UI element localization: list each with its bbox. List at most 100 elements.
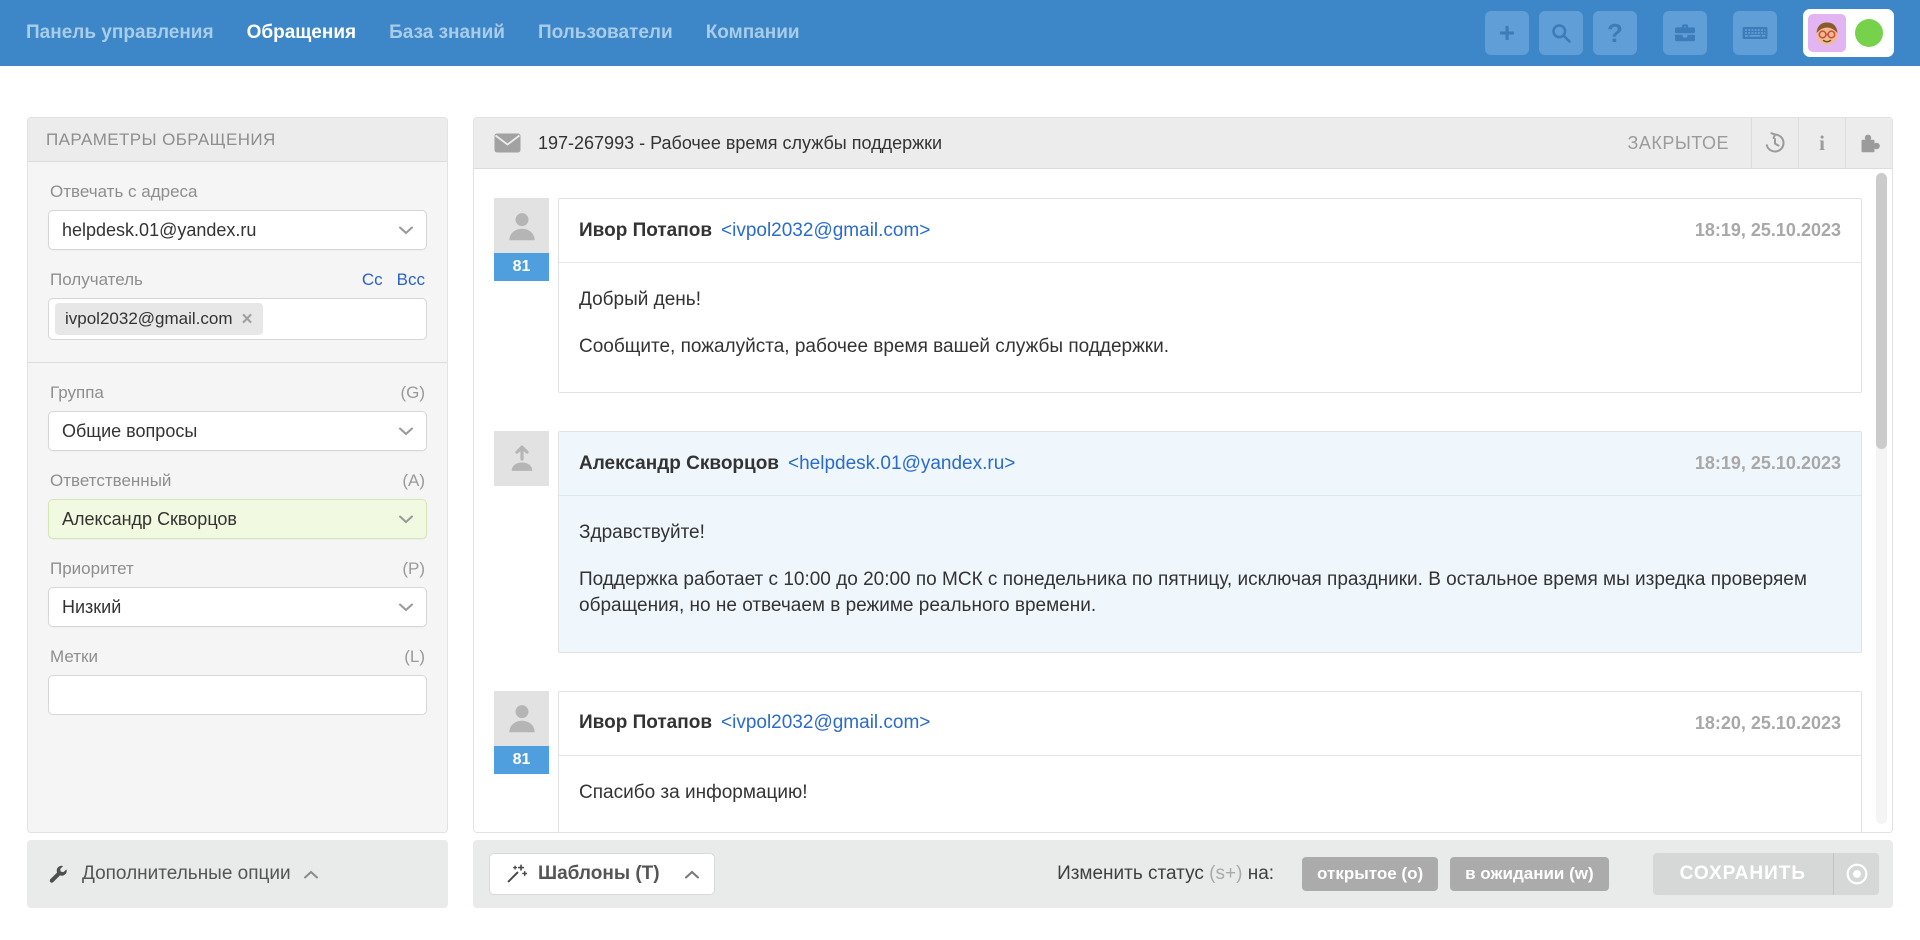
magic-wand-icon — [505, 863, 527, 885]
reply-from-value: helpdesk.01@yandex.ru — [62, 220, 256, 241]
workspace-button[interactable] — [1663, 11, 1707, 55]
keyboard-icon — [1741, 19, 1769, 47]
person-icon — [503, 207, 541, 245]
message-body: Здравствуйте! Поддержка работает с 10:00… — [559, 496, 1861, 652]
status-open-button[interactable]: открытое (o) — [1302, 857, 1438, 891]
agent-reply-icon — [503, 440, 541, 478]
labels-hotkey-hint: (L) — [404, 647, 425, 667]
message-timestamp: 18:19, 25.10.2023 — [1695, 220, 1841, 241]
plus-icon: + — [1499, 17, 1515, 49]
message-author: Ивор Потапов — [579, 220, 712, 242]
divider — [28, 362, 447, 363]
sidebar-title: ПАРАМЕТРЫ ОБРАЩЕНИЯ — [28, 118, 447, 162]
chevron-up-icon — [685, 870, 699, 879]
agent-avatar — [494, 431, 549, 486]
additional-options-toggle[interactable]: Дополнительные опции — [27, 840, 448, 908]
search-icon — [1549, 21, 1573, 45]
ticket-header: 197-267993 - Рабочее время службы поддер… — [474, 118, 1892, 169]
client-avatar — [494, 198, 549, 253]
message-card: Александр Скворцов <helpdesk.01@yandex.r… — [558, 431, 1862, 653]
message-author-email[interactable]: <ivpol2032@gmail.com> — [721, 712, 930, 734]
cc-link[interactable]: Cc — [362, 270, 383, 290]
group-hotkey-hint: (G) — [400, 383, 425, 403]
message-timestamp: 18:20, 25.10.2023 — [1695, 713, 1841, 734]
message-author: Ивор Потапов — [579, 712, 712, 734]
briefcase-icon — [1672, 20, 1698, 46]
thread-scrollbar[interactable] — [1876, 173, 1887, 824]
puzzle-icon — [1857, 131, 1881, 155]
nav-item-dashboard[interactable]: Панель управления — [26, 22, 214, 44]
client-id-badge: 81 — [494, 746, 549, 774]
labels-input[interactable] — [48, 675, 427, 715]
labels-label: Метки — [50, 647, 98, 667]
status-hotkey-hint: (s+) — [1209, 863, 1242, 884]
additional-options-label: Дополнительные опции — [82, 863, 291, 885]
status-pending-button[interactable]: в ожидании (w) — [1450, 857, 1609, 891]
assignee-hotkey-hint: (A) — [402, 471, 425, 491]
priority-select[interactable]: Низкий — [48, 587, 427, 627]
templates-button[interactable]: Шаблоны (T) — [489, 853, 715, 895]
info-button[interactable]: i — [1798, 118, 1845, 169]
message-card: Ивор Потапов <ivpol2032@gmail.com> 18:19… — [558, 198, 1862, 393]
hotkeys-button[interactable] — [1733, 11, 1777, 55]
search-button[interactable] — [1539, 11, 1583, 55]
recipient-tag-value: ivpol2032@gmail.com — [65, 309, 233, 329]
nav-menu: Панель управления Обращения База знаний … — [26, 22, 800, 44]
help-button[interactable]: ? — [1593, 11, 1637, 55]
person-icon — [503, 699, 541, 737]
recipient-input[interactable]: ivpol2032@gmail.com × — [48, 298, 427, 340]
scrollbar-thumb[interactable] — [1876, 173, 1887, 449]
group-select[interactable]: Общие вопросы — [48, 411, 427, 451]
message-timestamp: 18:19, 25.10.2023 — [1695, 453, 1841, 474]
save-button[interactable]: СОХРАНИТЬ — [1653, 853, 1879, 895]
info-icon: i — [1819, 131, 1825, 156]
message-body: Добрый день! Сообщите, пожалуйста, рабоч… — [559, 263, 1861, 392]
priority-hotkey-hint: (P) — [402, 559, 425, 579]
integrations-button[interactable] — [1845, 118, 1892, 169]
online-status-indicator[interactable] — [1855, 19, 1883, 47]
ticket-status-badge: ЗАКРЫТОЕ — [1628, 133, 1730, 154]
message-author: Александр Скворцов — [579, 453, 779, 475]
nav-item-users[interactable]: Пользователи — [538, 22, 673, 44]
save-options-toggle[interactable] — [1833, 853, 1879, 895]
recipient-tag: ivpol2032@gmail.com × — [55, 303, 263, 335]
history-icon — [1763, 131, 1787, 155]
templates-label: Шаблоны (T) — [538, 863, 660, 885]
ticket-params-panel: ПАРАМЕТРЫ ОБРАЩЕНИЯ Отвечать с адреса he… — [27, 117, 448, 833]
nav-item-knowledge-base[interactable]: База знаний — [389, 22, 505, 44]
bcc-link[interactable]: Bcc — [397, 270, 425, 290]
chevron-down-icon — [399, 226, 413, 235]
workspace: ПАРАМЕТРЫ ОБРАЩЕНИЯ Отвечать с адреса he… — [0, 66, 1920, 908]
remove-recipient-icon[interactable]: × — [242, 310, 253, 329]
envelope-icon — [494, 133, 521, 153]
client-id-badge: 81 — [494, 253, 549, 281]
message-body: Спасибо за информацию! — [559, 756, 1861, 832]
message-author-email[interactable]: <helpdesk.01@yandex.ru> — [788, 453, 1015, 475]
wrench-icon — [47, 863, 69, 885]
chevron-down-icon — [399, 603, 413, 612]
reply-from-select[interactable]: helpdesk.01@yandex.ru — [48, 210, 427, 250]
nav-item-companies[interactable]: Компании — [706, 22, 800, 44]
save-label: СОХРАНИТЬ — [1653, 853, 1833, 895]
reply-from-label: Отвечать с адреса — [50, 182, 198, 202]
message-agent-1: Александр Скворцов <helpdesk.01@yandex.r… — [494, 431, 1862, 653]
chevron-up-icon — [304, 870, 318, 879]
nav-item-tickets[interactable]: Обращения — [247, 22, 357, 44]
message-thread: 81 Ивор Потапов <ivpol2032@gmail.com> 18… — [474, 169, 1892, 832]
message-client-2: 81 Ивор Потапов <ivpol2032@gmail.com> 18… — [494, 691, 1862, 832]
circle-dot-icon — [1844, 861, 1870, 887]
ticket-title: 197-267993 - Рабочее время службы поддер… — [538, 133, 1628, 154]
chevron-down-icon — [399, 427, 413, 436]
assignee-select[interactable]: Александр Скворцов — [48, 499, 427, 539]
assignee-label: Ответственный — [50, 471, 171, 491]
message-client-1: 81 Ивор Потапов <ivpol2032@gmail.com> 18… — [494, 198, 1862, 393]
history-button[interactable] — [1751, 118, 1798, 169]
ticket-panel: 197-267993 - Рабочее время службы поддер… — [473, 117, 1893, 833]
message-author-email[interactable]: <ivpol2032@gmail.com> — [721, 220, 930, 242]
user-menu[interactable] — [1803, 9, 1894, 57]
question-icon: ? — [1607, 18, 1623, 49]
priority-label: Приоритет — [50, 559, 134, 579]
create-ticket-button[interactable]: + — [1485, 11, 1529, 55]
priority-value: Низкий — [62, 597, 121, 618]
top-nav: Панель управления Обращения База знаний … — [0, 0, 1920, 66]
